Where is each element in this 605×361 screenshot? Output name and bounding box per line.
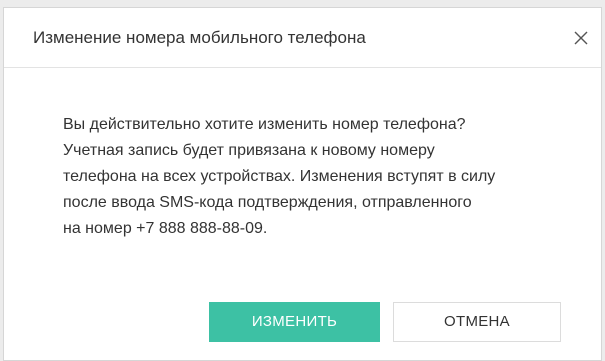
message-line: Вы действительно хотите изменить номер т… [63,116,466,133]
message-line: телефона на всех устройствах. Изменения … [63,168,496,185]
close-button[interactable] [569,26,593,50]
dialog-header: Изменение номера мобильного телефона [4,8,601,68]
message-line: после ввода SMS-кода подтверждения, отпр… [63,194,472,211]
cancel-button[interactable]: ОТМЕНА [393,302,561,342]
message-line: Учетная запись будет привязана к новому … [63,142,435,159]
message-line: на номер +7 888 888-88-09. [63,220,268,237]
close-icon [569,26,593,50]
dialog-title: Изменение номера мобильного телефона [33,28,366,47]
dialog-message: Вы действительно хотите изменить номер т… [63,112,563,242]
confirm-change-button[interactable]: ИЗМЕНИТЬ [209,302,380,342]
change-phone-dialog: Изменение номера мобильного телефона Вы … [3,7,602,361]
